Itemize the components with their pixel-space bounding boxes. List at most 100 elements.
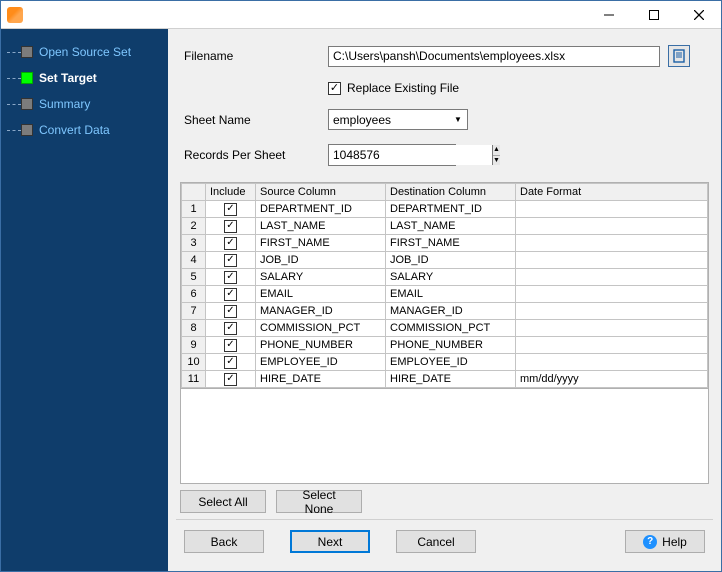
source-column-cell[interactable]: EMAIL	[256, 286, 386, 303]
destination-column-cell[interactable]: COMMISSION_PCT	[386, 320, 516, 337]
col-header-date-format[interactable]: Date Format	[516, 184, 708, 201]
include-cell[interactable]: ✓	[206, 354, 256, 371]
destination-column-cell[interactable]: FIRST_NAME	[386, 235, 516, 252]
row-number: 3	[182, 235, 206, 252]
sidebar-item-summary[interactable]: Summary	[1, 91, 168, 117]
include-cell[interactable]: ✓	[206, 201, 256, 218]
include-cell[interactable]: ✓	[206, 337, 256, 354]
select-none-button[interactable]: Select None	[276, 490, 362, 513]
table-row[interactable]: 9✓PHONE_NUMBERPHONE_NUMBER	[182, 337, 708, 354]
date-format-cell[interactable]	[516, 218, 708, 235]
source-column-cell[interactable]: COMMISSION_PCT	[256, 320, 386, 337]
include-checkbox[interactable]: ✓	[224, 373, 237, 386]
sheet-name-select[interactable]	[328, 109, 468, 130]
include-cell[interactable]: ✓	[206, 269, 256, 286]
columns-grid[interactable]: Include Source Column Destination Column…	[180, 182, 709, 389]
col-header-source[interactable]: Source Column	[256, 184, 386, 201]
minimize-button[interactable]	[586, 1, 631, 29]
col-header-include[interactable]: Include	[206, 184, 256, 201]
include-checkbox[interactable]: ✓	[224, 322, 237, 335]
source-column-cell[interactable]: HIRE_DATE	[256, 371, 386, 388]
include-checkbox[interactable]: ✓	[224, 237, 237, 250]
close-button[interactable]	[676, 1, 721, 29]
records-per-sheet-input[interactable]	[329, 145, 492, 165]
include-cell[interactable]: ✓	[206, 371, 256, 388]
sidebar-item-convert-data[interactable]: Convert Data	[1, 117, 168, 143]
destination-column-cell[interactable]: PHONE_NUMBER	[386, 337, 516, 354]
table-row[interactable]: 1 ✓ DEPARTMENT_IDDEPARTMENT_ID	[182, 201, 708, 218]
table-row[interactable]: 6 ✓ EMAILEMAIL	[182, 286, 708, 303]
include-checkbox[interactable]: ✓	[224, 288, 237, 301]
maximize-button[interactable]	[631, 1, 676, 29]
destination-column-cell[interactable]: EMAIL	[386, 286, 516, 303]
next-button[interactable]: Next	[290, 530, 370, 553]
include-checkbox[interactable]: ✓	[224, 305, 237, 318]
include-cell[interactable]: ✓	[206, 303, 256, 320]
sidebar-item-set-target[interactable]: Set Target	[1, 65, 168, 91]
filename-input[interactable]	[328, 46, 660, 67]
source-column-cell[interactable]: FIRST_NAME	[256, 235, 386, 252]
date-format-cell[interactable]: mm/dd/yyyy	[516, 371, 708, 388]
source-column-cell[interactable]: PHONE_NUMBER	[256, 337, 386, 354]
cancel-button[interactable]: Cancel	[396, 530, 476, 553]
table-row[interactable]: 5✓SALARYSALARY	[182, 269, 708, 286]
step-icon	[21, 124, 33, 136]
table-row[interactable]: 8✓COMMISSION_PCTCOMMISSION_PCT	[182, 320, 708, 337]
source-column-cell[interactable]: JOB_ID	[256, 252, 386, 269]
date-format-cell[interactable]	[516, 286, 708, 303]
table-row[interactable]: 10✓EMPLOYEE_IDEMPLOYEE_ID	[182, 354, 708, 371]
grid-empty-area	[180, 389, 709, 484]
date-format-cell[interactable]	[516, 252, 708, 269]
close-icon	[694, 10, 704, 20]
source-column-cell[interactable]: SALARY	[256, 269, 386, 286]
include-checkbox[interactable]: ✓	[224, 254, 237, 267]
table-row[interactable]: 3 ✓ FIRST_NAMEFIRST_NAME	[182, 235, 708, 252]
date-format-cell[interactable]	[516, 303, 708, 320]
table-row[interactable]: 11✓HIRE_DATEHIRE_DATEmm/dd/yyyy	[182, 371, 708, 388]
records-spin-down[interactable]: ▼	[493, 156, 500, 166]
replace-existing-label: Replace Existing File	[347, 81, 459, 95]
records-spin-up[interactable]: ▲	[493, 145, 500, 156]
date-format-cell[interactable]	[516, 320, 708, 337]
help-button[interactable]: ? Help	[625, 530, 705, 553]
sidebar-item-open-source-set[interactable]: Open Source Set	[1, 39, 168, 65]
date-format-cell[interactable]	[516, 235, 708, 252]
browse-button[interactable]	[668, 45, 690, 67]
destination-column-cell[interactable]: EMPLOYEE_ID	[386, 354, 516, 371]
destination-column-cell[interactable]: DEPARTMENT_ID	[386, 201, 516, 218]
source-column-cell[interactable]: EMPLOYEE_ID	[256, 354, 386, 371]
source-column-cell[interactable]: LAST_NAME	[256, 218, 386, 235]
destination-column-cell[interactable]: LAST_NAME	[386, 218, 516, 235]
destination-column-cell[interactable]: JOB_ID	[386, 252, 516, 269]
destination-column-cell[interactable]: HIRE_DATE	[386, 371, 516, 388]
table-row[interactable]: 2✓LAST_NAMELAST_NAME	[182, 218, 708, 235]
include-checkbox[interactable]: ✓	[224, 356, 237, 369]
row-number: 6	[182, 286, 206, 303]
date-format-cell[interactable]	[516, 201, 708, 218]
replace-existing-checkbox[interactable]: ✓	[328, 82, 341, 95]
table-row[interactable]: 4✓JOB_IDJOB_ID	[182, 252, 708, 269]
include-cell[interactable]: ✓	[206, 252, 256, 269]
back-button[interactable]: Back	[184, 530, 264, 553]
wizard-sidebar: Open Source SetSet TargetSummaryConvert …	[1, 29, 168, 571]
include-cell[interactable]: ✓	[206, 320, 256, 337]
include-checkbox[interactable]: ✓	[224, 339, 237, 352]
include-cell[interactable]: ✓	[206, 286, 256, 303]
col-header-destination[interactable]: Destination Column	[386, 184, 516, 201]
row-number: 1	[182, 201, 206, 218]
date-format-cell[interactable]	[516, 354, 708, 371]
source-column-cell[interactable]: DEPARTMENT_ID	[256, 201, 386, 218]
include-checkbox[interactable]: ✓	[224, 203, 237, 216]
include-cell[interactable]: ✓	[206, 235, 256, 252]
include-cell[interactable]: ✓	[206, 218, 256, 235]
source-column-cell[interactable]: MANAGER_ID	[256, 303, 386, 320]
step-icon	[21, 72, 33, 84]
destination-column-cell[interactable]: MANAGER_ID	[386, 303, 516, 320]
select-all-button[interactable]: Select All	[180, 490, 266, 513]
date-format-cell[interactable]	[516, 337, 708, 354]
date-format-cell[interactable]	[516, 269, 708, 286]
destination-column-cell[interactable]: SALARY	[386, 269, 516, 286]
include-checkbox[interactable]: ✓	[224, 220, 237, 233]
include-checkbox[interactable]: ✓	[224, 271, 237, 284]
table-row[interactable]: 7✓MANAGER_IDMANAGER_ID	[182, 303, 708, 320]
